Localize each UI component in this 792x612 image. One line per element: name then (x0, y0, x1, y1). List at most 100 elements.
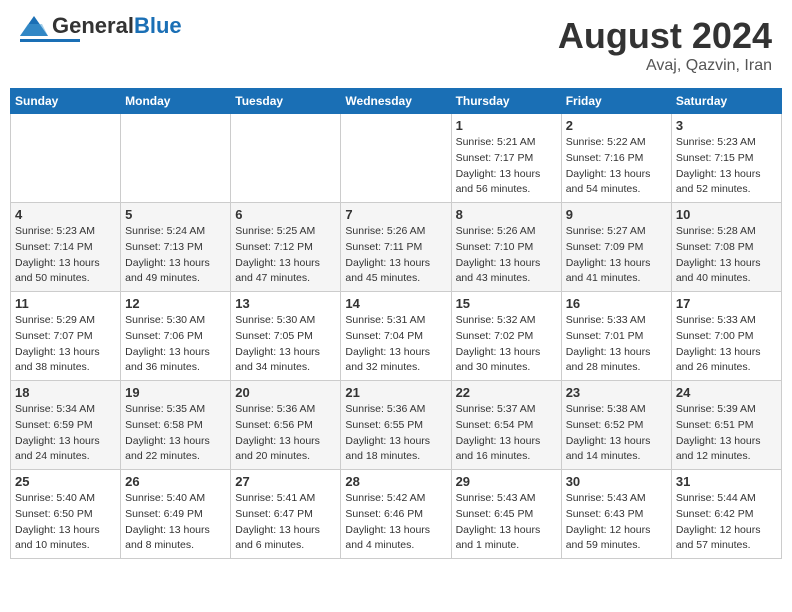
day-number: 24 (676, 385, 777, 400)
day-number: 6 (235, 207, 336, 222)
day-number: 22 (456, 385, 557, 400)
calendar-cell: 11 Sunrise: 5:29 AM Sunset: 7:07 PM Dayli… (11, 292, 121, 381)
day-content: Sunrise: 5:29 AM Sunset: 7:07 PM Dayligh… (15, 313, 116, 376)
day-content: Sunrise: 5:32 AM Sunset: 7:02 PM Dayligh… (456, 313, 557, 376)
day-number: 30 (566, 474, 667, 489)
day-number: 7 (345, 207, 446, 222)
day-number: 12 (125, 296, 226, 311)
day-number: 20 (235, 385, 336, 400)
calendar-cell: 19 Sunrise: 5:35 AM Sunset: 6:58 PM Dayli… (121, 381, 231, 470)
title-block: August 2024 Avaj, Qazvin, Iran (558, 15, 772, 75)
day-number: 17 (676, 296, 777, 311)
day-number: 9 (566, 207, 667, 222)
calendar-week-row: 4 Sunrise: 5:23 AM Sunset: 7:14 PM Daylig… (11, 203, 782, 292)
day-content: Sunrise: 5:42 AM Sunset: 6:46 PM Dayligh… (345, 491, 446, 554)
column-header-tuesday: Tuesday (231, 89, 341, 114)
day-number: 27 (235, 474, 336, 489)
day-number: 1 (456, 118, 557, 133)
calendar-cell: 24 Sunrise: 5:39 AM Sunset: 6:51 PM Dayli… (671, 381, 781, 470)
calendar-cell: 15 Sunrise: 5:32 AM Sunset: 7:02 PM Dayli… (451, 292, 561, 381)
logo-underline (20, 39, 80, 42)
day-content: Sunrise: 5:31 AM Sunset: 7:04 PM Dayligh… (345, 313, 446, 376)
calendar-cell: 25 Sunrise: 5:40 AM Sunset: 6:50 PM Dayli… (11, 470, 121, 559)
month-title: August 2024 (558, 15, 772, 57)
calendar-cell: 30Sunrise: 5:43 AM Sunset: 6:43 PM Dayli… (561, 470, 671, 559)
day-number: 29 (456, 474, 557, 489)
day-number: 5 (125, 207, 226, 222)
logo: GeneralBlue (20, 15, 182, 42)
calendar-header-row: SundayMondayTuesdayWednesdayThursdayFrid… (11, 89, 782, 114)
calendar-cell (121, 114, 231, 203)
calendar-cell: 10Sunrise: 5:28 AM Sunset: 7:08 PM Dayli… (671, 203, 781, 292)
day-number: 21 (345, 385, 446, 400)
day-content: Sunrise: 5:40 AM Sunset: 6:49 PM Dayligh… (125, 491, 226, 554)
column-header-thursday: Thursday (451, 89, 561, 114)
day-content: Sunrise: 5:41 AM Sunset: 6:47 PM Dayligh… (235, 491, 336, 554)
day-number: 31 (676, 474, 777, 489)
day-number: 8 (456, 207, 557, 222)
calendar-cell: 20 Sunrise: 5:36 AM Sunset: 6:56 PM Dayli… (231, 381, 341, 470)
day-number: 16 (566, 296, 667, 311)
day-content: Sunrise: 5:40 AM Sunset: 6:50 PM Dayligh… (15, 491, 116, 554)
calendar-cell: 12 Sunrise: 5:30 AM Sunset: 7:06 PM Dayli… (121, 292, 231, 381)
calendar-cell: 4 Sunrise: 5:23 AM Sunset: 7:14 PM Daylig… (11, 203, 121, 292)
day-content: Sunrise: 5:22 AM Sunset: 7:16 PM Dayligh… (566, 135, 667, 198)
day-content: Sunrise: 5:30 AM Sunset: 7:06 PM Dayligh… (125, 313, 226, 376)
day-number: 18 (15, 385, 116, 400)
calendar-table: SundayMondayTuesdayWednesdayThursdayFrid… (10, 88, 782, 559)
column-header-wednesday: Wednesday (341, 89, 451, 114)
location-title: Avaj, Qazvin, Iran (558, 57, 772, 75)
calendar-cell: 23Sunrise: 5:38 AM Sunset: 6:52 PM Dayli… (561, 381, 671, 470)
day-number: 28 (345, 474, 446, 489)
calendar-cell: 31 Sunrise: 5:44 AM Sunset: 6:42 PM Dayli… (671, 470, 781, 559)
day-content: Sunrise: 5:33 AM Sunset: 7:00 PM Dayligh… (676, 313, 777, 376)
day-content: Sunrise: 5:43 AM Sunset: 6:45 PM Dayligh… (456, 491, 557, 554)
calendar-cell: 28 Sunrise: 5:42 AM Sunset: 6:46 PM Dayli… (341, 470, 451, 559)
calendar-cell: 2Sunrise: 5:22 AM Sunset: 7:16 PM Daylig… (561, 114, 671, 203)
calendar-week-row: 11 Sunrise: 5:29 AM Sunset: 7:07 PM Dayli… (11, 292, 782, 381)
day-content: Sunrise: 5:21 AM Sunset: 7:17 PM Dayligh… (456, 135, 557, 198)
day-content: Sunrise: 5:24 AM Sunset: 7:13 PM Dayligh… (125, 224, 226, 287)
day-content: Sunrise: 5:27 AM Sunset: 7:09 PM Dayligh… (566, 224, 667, 287)
column-header-monday: Monday (121, 89, 231, 114)
column-header-saturday: Saturday (671, 89, 781, 114)
day-content: Sunrise: 5:23 AM Sunset: 7:14 PM Dayligh… (15, 224, 116, 287)
calendar-week-row: 25 Sunrise: 5:40 AM Sunset: 6:50 PM Dayli… (11, 470, 782, 559)
day-content: Sunrise: 5:28 AM Sunset: 7:08 PM Dayligh… (676, 224, 777, 287)
day-content: Sunrise: 5:35 AM Sunset: 6:58 PM Dayligh… (125, 402, 226, 465)
calendar-cell: 8Sunrise: 5:26 AM Sunset: 7:10 PM Daylig… (451, 203, 561, 292)
calendar-cell (11, 114, 121, 203)
day-content: Sunrise: 5:39 AM Sunset: 6:51 PM Dayligh… (676, 402, 777, 465)
calendar-cell: 16 Sunrise: 5:33 AM Sunset: 7:01 PM Dayli… (561, 292, 671, 381)
calendar-cell (341, 114, 451, 203)
day-number: 13 (235, 296, 336, 311)
day-content: Sunrise: 5:38 AM Sunset: 6:52 PM Dayligh… (566, 402, 667, 465)
calendar-cell: 13Sunrise: 5:30 AM Sunset: 7:05 PM Dayli… (231, 292, 341, 381)
calendar-cell: 27 Sunrise: 5:41 AM Sunset: 6:47 PM Dayli… (231, 470, 341, 559)
day-number: 3 (676, 118, 777, 133)
logo-blue-text: Blue (134, 13, 182, 38)
day-number: 4 (15, 207, 116, 222)
day-number: 19 (125, 385, 226, 400)
calendar-cell: 9 Sunrise: 5:27 AM Sunset: 7:09 PM Daylig… (561, 203, 671, 292)
column-header-sunday: Sunday (11, 89, 121, 114)
day-number: 14 (345, 296, 446, 311)
day-content: Sunrise: 5:36 AM Sunset: 6:56 PM Dayligh… (235, 402, 336, 465)
day-number: 26 (125, 474, 226, 489)
logo-icon (20, 16, 48, 36)
day-content: Sunrise: 5:34 AM Sunset: 6:59 PM Dayligh… (15, 402, 116, 465)
logo-general-text: General (52, 13, 134, 38)
calendar-cell: 29 Sunrise: 5:43 AM Sunset: 6:45 PM Dayli… (451, 470, 561, 559)
day-content: Sunrise: 5:33 AM Sunset: 7:01 PM Dayligh… (566, 313, 667, 376)
calendar-cell: 3Sunrise: 5:23 AM Sunset: 7:15 PM Daylig… (671, 114, 781, 203)
day-content: Sunrise: 5:44 AM Sunset: 6:42 PM Dayligh… (676, 491, 777, 554)
day-number: 15 (456, 296, 557, 311)
day-number: 25 (15, 474, 116, 489)
calendar-cell: 17 Sunrise: 5:33 AM Sunset: 7:00 PM Dayli… (671, 292, 781, 381)
day-content: Sunrise: 5:36 AM Sunset: 6:55 PM Dayligh… (345, 402, 446, 465)
day-number: 11 (15, 296, 116, 311)
calendar-cell (231, 114, 341, 203)
calendar-cell: 26 Sunrise: 5:40 AM Sunset: 6:49 PM Dayli… (121, 470, 231, 559)
calendar-cell: 5 Sunrise: 5:24 AM Sunset: 7:13 PM Daylig… (121, 203, 231, 292)
calendar-cell: 18 Sunrise: 5:34 AM Sunset: 6:59 PM Dayli… (11, 381, 121, 470)
